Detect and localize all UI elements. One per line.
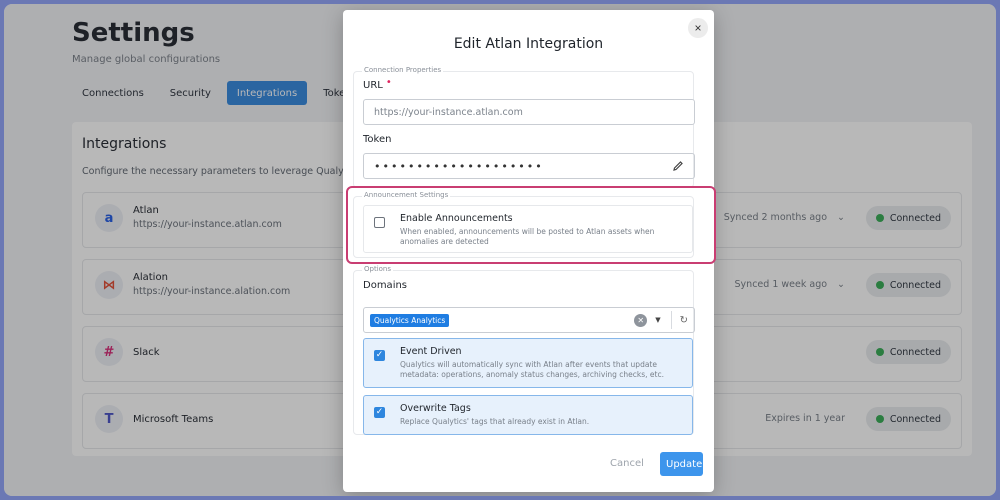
domain-chip[interactable]: Qualytics Analytics xyxy=(370,313,450,327)
url-input[interactable] xyxy=(363,99,695,125)
option-description: Qualytics will automatically sync with A… xyxy=(400,360,664,379)
app-frame: Settings Manage global configurations Co… xyxy=(4,4,996,496)
domains-select[interactable]: Qualytics Analytics ✕ ▼ ↻ xyxy=(363,307,695,333)
token-label: Token xyxy=(363,134,392,145)
event-driven-checkbox[interactable]: ✓ xyxy=(374,350,385,361)
caret-down-icon[interactable]: ▼ xyxy=(655,316,660,324)
refresh-icon[interactable]: ↻ xyxy=(680,315,688,326)
url-label: URL • xyxy=(363,77,392,91)
required-marker: • xyxy=(385,77,392,88)
pencil-icon[interactable] xyxy=(672,160,684,172)
token-masked-value: •••••••••••••••••••• xyxy=(374,159,544,173)
annotation-highlight-box xyxy=(346,186,716,264)
event-driven-option[interactable]: ✓ Event Driven Qualytics will automatica… xyxy=(363,338,693,388)
overwrite-tags-checkbox[interactable]: ✓ xyxy=(374,407,385,418)
domains-label: Domains xyxy=(363,280,408,291)
group-legend: Connection Properties xyxy=(362,66,444,74)
close-icon[interactable]: × xyxy=(688,18,708,38)
token-field[interactable]: •••••••••••••••••••• xyxy=(363,153,695,179)
options-group: Options Domains Qualytics Analytics ✕ ▼ … xyxy=(353,265,695,435)
connection-properties-group: Connection Properties URL • Token ••••••… xyxy=(353,66,695,188)
update-button[interactable]: Update xyxy=(660,452,703,476)
option-title: Overwrite Tags xyxy=(400,403,471,414)
overwrite-tags-option[interactable]: ✓ Overwrite Tags Replace Qualytics' tags… xyxy=(363,395,693,435)
clear-selection-icon[interactable]: ✕ xyxy=(634,313,648,327)
option-title: Event Driven xyxy=(400,346,462,357)
option-description: Replace Qualytics' tags that already exi… xyxy=(400,417,590,426)
cancel-button[interactable]: Cancel xyxy=(610,458,644,469)
dialog-title: Edit Atlan Integration xyxy=(453,36,604,52)
group-legend: Options xyxy=(362,265,394,273)
